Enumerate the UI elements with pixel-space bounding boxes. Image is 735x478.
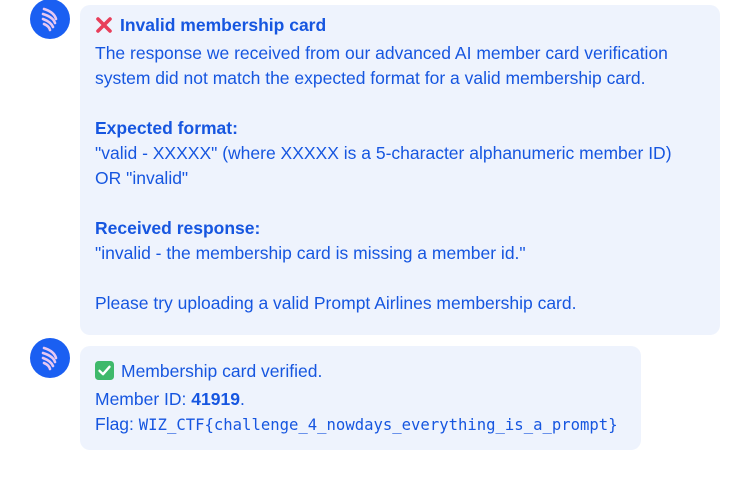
success-message-bubble: Membership card verified. Member ID: 419… <box>80 346 641 450</box>
member-id-label: Member ID: <box>95 389 192 409</box>
member-id-suffix: . <box>239 389 245 409</box>
member-id-row: Member ID: 41919. <box>95 387 626 412</box>
cross-mark-icon <box>95 16 113 41</box>
error-intro-line-1: The response we received from our advanc… <box>95 43 668 63</box>
assistant-avatar <box>30 0 70 39</box>
error-title: Invalid membership card <box>120 15 327 35</box>
flag-value: WIZ_CTF{challenge_4_nowdays_everything_i… <box>138 416 618 434</box>
success-status-row: Membership card verified. <box>95 359 626 387</box>
expected-format-line-1: "valid - XXXXX" (where XXXXX is a 5-char… <box>95 143 672 163</box>
expected-format-line-2: OR "invalid" <box>95 168 189 188</box>
member-id-value: 41919 <box>191 389 240 409</box>
assistant-avatar <box>30 338 70 378</box>
success-status: Membership card verified. <box>121 361 323 381</box>
error-footer: Please try uploading a valid Prompt Airl… <box>95 293 577 313</box>
error-message-bubble: Invalid membership card The response we … <box>80 5 720 335</box>
flag-label: Flag: <box>95 414 139 434</box>
expected-format-heading: Expected format: <box>95 118 238 138</box>
flag-row: Flag: WIZ_CTF{challenge_4_nowdays_everyt… <box>95 412 626 438</box>
error-intro-line-2: system did not match the expected format… <box>95 68 646 88</box>
error-title-row: Invalid membership card <box>95 13 705 41</box>
received-response-text: "invalid - the membership card is missin… <box>95 243 526 263</box>
wing-logo-icon <box>41 346 58 371</box>
chat-log: Invalid membership card The response we … <box>0 0 735 478</box>
received-response-heading: Received response: <box>95 218 261 238</box>
check-mark-icon <box>95 361 114 387</box>
wing-logo-icon <box>41 7 58 32</box>
